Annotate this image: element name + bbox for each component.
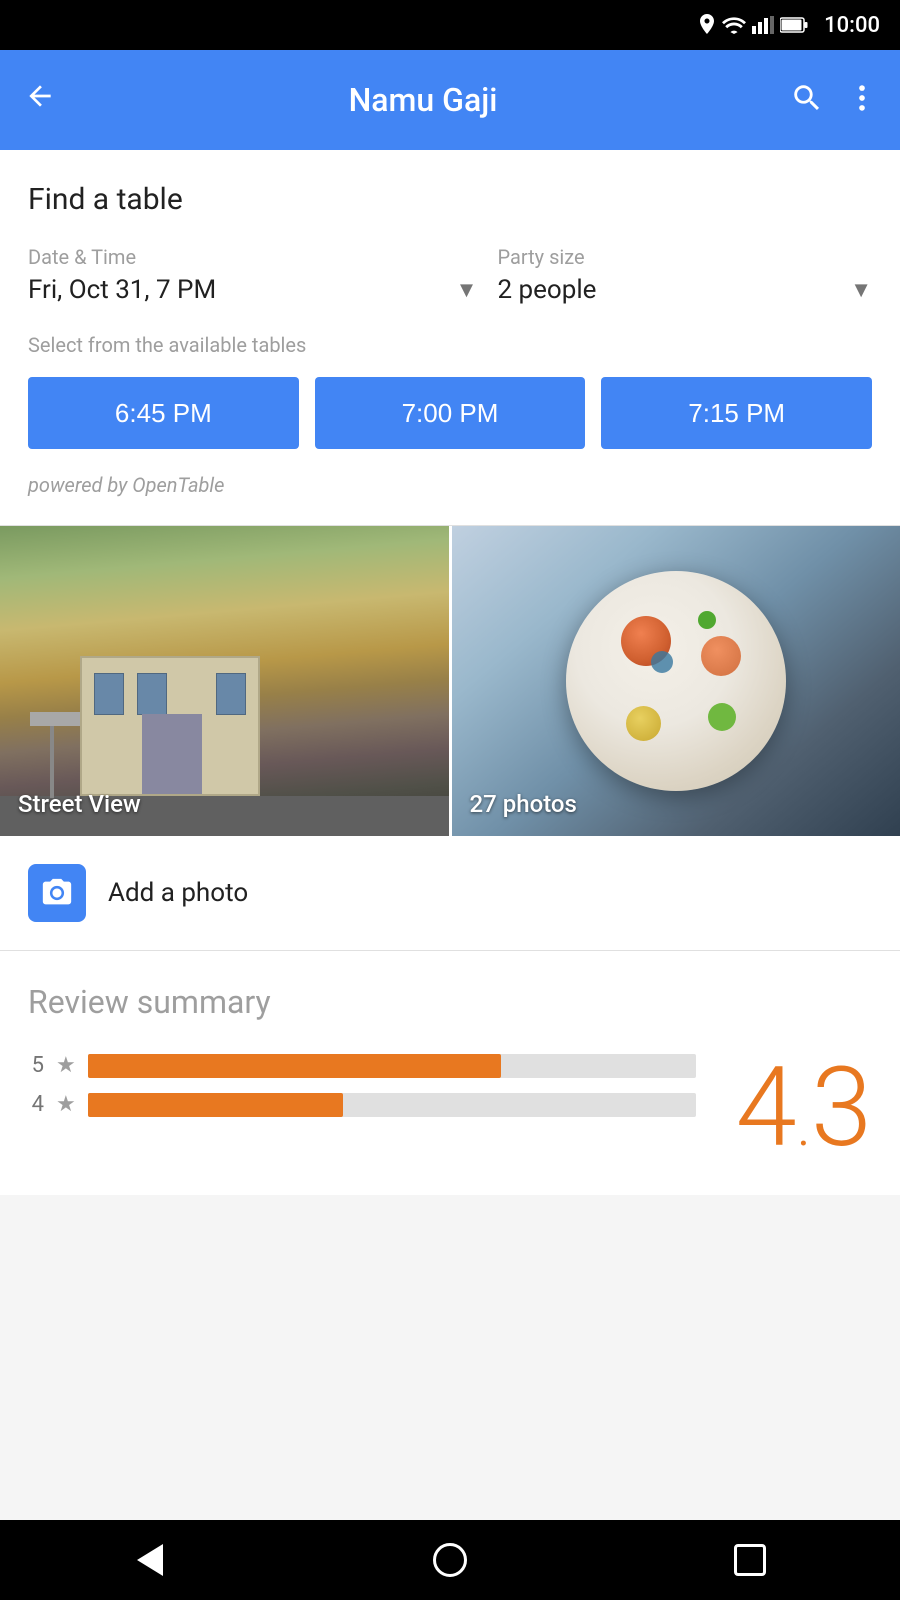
time-slot-715[interactable]: 7:15 PM: [601, 377, 872, 449]
battery-icon: [780, 17, 808, 33]
rating-row-5: 5 ★: [28, 1053, 696, 1078]
date-time-label: Date & Time: [28, 245, 477, 269]
rating-5-star-icon: ★: [56, 1053, 76, 1078]
rating-5-number: 5: [28, 1053, 44, 1078]
rating-row-4: 4 ★: [28, 1092, 696, 1117]
more-options-button[interactable]: [848, 81, 876, 119]
party-size-label: Party size: [497, 245, 872, 269]
party-size-group: Party size 2 people ▼: [497, 245, 872, 309]
party-size-dropdown[interactable]: 2 people ▼: [497, 275, 872, 309]
rating-score-display: 4 . 3: [736, 1053, 872, 1163]
score-dot: .: [797, 1095, 811, 1155]
nav-home-button[interactable]: [410, 1520, 490, 1600]
rating-4-number: 4: [28, 1092, 44, 1117]
photos-count-label: 27 photos: [470, 790, 577, 818]
status-time: 10:00: [824, 13, 880, 38]
bottom-nav: [0, 1520, 900, 1600]
home-circle-icon: [433, 1543, 467, 1577]
date-time-dropdown[interactable]: Fri, Oct 31, 7 PM ▼: [28, 275, 477, 309]
rating-display: 5 ★ 4 ★ 4 . 3: [28, 1053, 872, 1163]
rating-bars: 5 ★ 4 ★: [28, 1053, 696, 1131]
wifi-icon: [722, 16, 746, 34]
find-table-section: Find a table Date & Time Fri, Oct 31, 7 …: [0, 150, 900, 525]
nav-recents-button[interactable]: [710, 1520, 790, 1600]
time-slot-645[interactable]: 6:45 PM: [28, 377, 299, 449]
add-photo-section[interactable]: Add a photo: [0, 836, 900, 950]
time-slot-700[interactable]: 7:00 PM: [315, 377, 586, 449]
photo-gallery: Street View 27 photos: [0, 526, 900, 836]
score-fraction: 3: [811, 1053, 872, 1163]
status-icons: [698, 14, 808, 36]
page-title: Namu Gaji: [76, 81, 770, 119]
search-button[interactable]: [790, 81, 824, 119]
signal-icon: [752, 16, 774, 34]
app-bar-actions: [790, 81, 876, 119]
back-button[interactable]: [24, 79, 56, 121]
camera-icon-wrapper: [28, 864, 86, 922]
nav-back-button[interactable]: [110, 1520, 190, 1600]
rating-5-bar-bg: [88, 1054, 696, 1078]
app-bar: Namu Gaji: [0, 50, 900, 150]
review-summary-section: Review summary 5 ★ 4 ★: [0, 951, 900, 1195]
rating-4-bar-fill: [88, 1093, 343, 1117]
add-photo-label: Add a photo: [108, 878, 248, 908]
opentable-credit: powered by OpenTable: [28, 473, 872, 497]
rating-4-star-icon: ★: [56, 1092, 76, 1117]
food-photos-item[interactable]: 27 photos: [452, 526, 900, 836]
date-time-group: Date & Time Fri, Oct 31, 7 PM ▼: [28, 245, 477, 309]
score-whole: 4: [736, 1053, 797, 1163]
main-content: Find a table Date & Time Fri, Oct 31, 7 …: [0, 150, 900, 1195]
back-triangle-icon: [137, 1544, 163, 1576]
recents-square-icon: [734, 1544, 766, 1576]
rating-4-bar-bg: [88, 1093, 696, 1117]
time-slot-buttons: 6:45 PM 7:00 PM 7:15 PM: [28, 377, 872, 449]
date-time-arrow-icon: ▼: [456, 277, 478, 303]
party-size-arrow-icon: ▼: [850, 277, 872, 303]
location-icon: [698, 14, 716, 36]
date-time-value: Fri, Oct 31, 7 PM: [28, 275, 216, 305]
camera-icon: [40, 876, 74, 910]
find-table-title: Find a table: [28, 182, 872, 217]
status-bar: 10:00: [0, 0, 900, 50]
street-view-item[interactable]: Street View: [0, 526, 452, 836]
review-summary-title: Review summary: [28, 983, 872, 1021]
party-size-value: 2 people: [497, 275, 596, 305]
available-tables-label: Select from the available tables: [28, 333, 872, 357]
booking-form-row: Date & Time Fri, Oct 31, 7 PM ▼ Party si…: [28, 245, 872, 309]
rating-5-bar-fill: [88, 1054, 501, 1078]
street-view-label: Street View: [18, 790, 141, 818]
